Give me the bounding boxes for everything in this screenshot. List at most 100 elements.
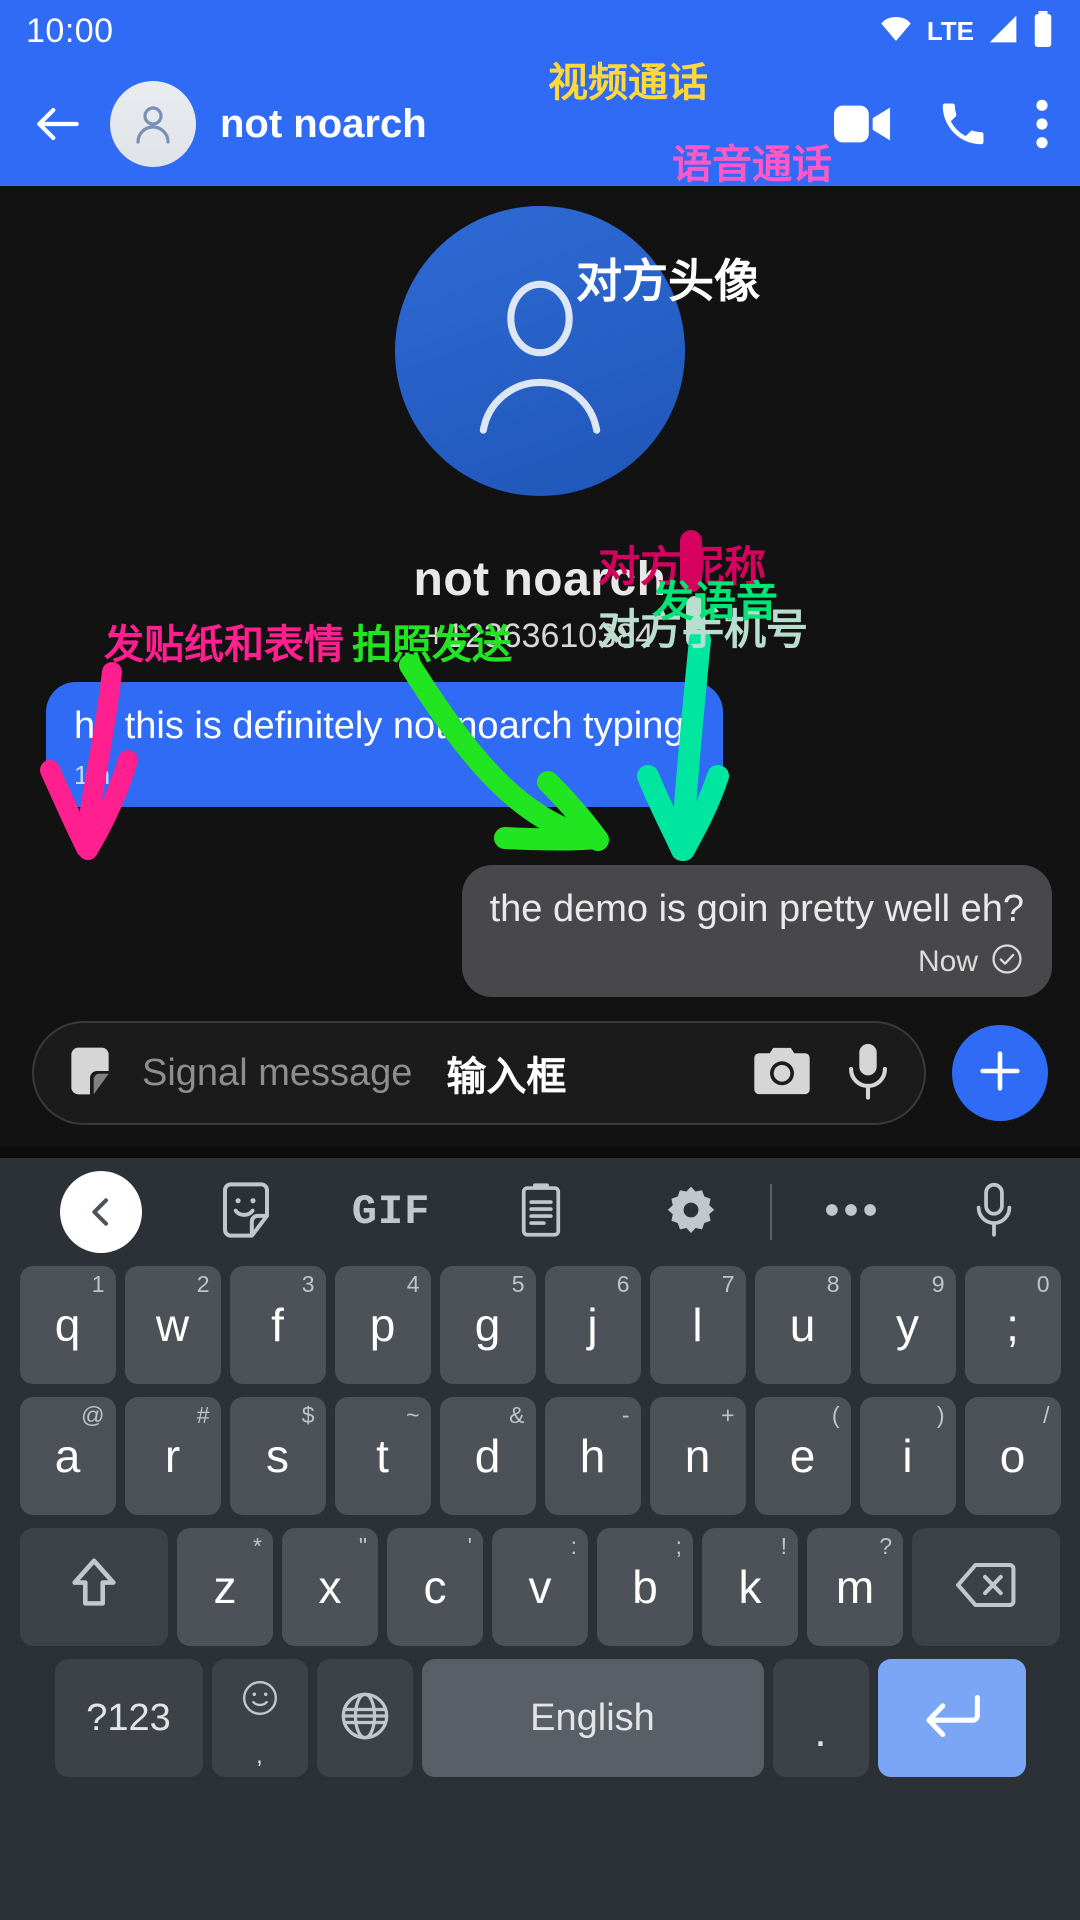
key-v[interactable]: :v <box>492 1528 588 1646</box>
key-label: p <box>369 1299 396 1351</box>
keyboard-mic-button[interactable] <box>934 1181 1054 1244</box>
message-text: hi! this is definitely not noarch typing… <box>74 705 696 747</box>
compose-bar: Signal message 输入框 <box>0 1000 1080 1146</box>
microphone-icon[interactable] <box>846 1042 890 1105</box>
key-sup: 7 <box>721 1271 735 1297</box>
back-button[interactable] <box>24 90 92 158</box>
key-label: s <box>266 1430 289 1482</box>
key-m[interactable]: ? m <box>807 1528 903 1646</box>
annotation-input-box-label: 输入框 <box>446 1055 567 1099</box>
gear-icon <box>664 1183 718 1242</box>
space-key[interactable]: English <box>421 1659 764 1777</box>
key-i[interactable]: ) i <box>859 1397 956 1515</box>
key-label: y <box>896 1299 919 1351</box>
key-w[interactable]: 2w <box>124 1266 221 1384</box>
key-u[interactable]: 8u <box>754 1266 851 1384</box>
more-horizontal-icon <box>824 1201 878 1224</box>
keyboard-back-button[interactable] <box>26 1171 176 1253</box>
key-sup: 0 <box>1036 1271 1050 1297</box>
language-switch-key[interactable] <box>316 1659 413 1777</box>
signal-icon <box>985 13 1021 50</box>
key-label: i <box>902 1430 913 1482</box>
clipboard-icon <box>518 1182 564 1243</box>
key-z[interactable]: * z <box>177 1528 273 1646</box>
message-input-field[interactable]: Signal message 输入框 <box>32 1021 926 1125</box>
message-bubble-incoming[interactable]: the demo is goin pretty well eh? Now <box>461 864 1052 998</box>
key-x[interactable]: " x <box>282 1528 378 1646</box>
key-f[interactable]: 3f <box>229 1266 326 1384</box>
key-n[interactable]: + n <box>649 1397 746 1515</box>
key-l[interactable]: 7l <box>649 1266 746 1384</box>
page-title[interactable]: not noarch <box>220 102 427 147</box>
keyboard-gif-button[interactable]: GIF <box>316 1188 466 1236</box>
emoji-key-sub-label: , <box>256 1742 263 1768</box>
message-bubble-outgoing[interactable]: hi! this is definitely not noarch typing… <box>46 682 724 807</box>
backspace-key[interactable] <box>912 1528 1060 1646</box>
keyboard-settings-button[interactable] <box>616 1183 766 1242</box>
key-r[interactable]: # r <box>124 1397 221 1515</box>
period-key[interactable]: . <box>772 1659 869 1777</box>
emoji-key[interactable]: , <box>211 1659 308 1777</box>
key-sup: # <box>196 1402 210 1428</box>
key-q[interactable]: 1q <box>19 1266 116 1384</box>
enter-key[interactable] <box>877 1659 1026 1777</box>
plus-icon <box>974 1045 1026 1102</box>
key-b[interactable]: ; b <box>597 1528 693 1646</box>
key-j[interactable]: 6j <box>544 1266 641 1384</box>
shift-arrow-icon <box>66 1556 122 1619</box>
status-bar-clock: 10:00 <box>26 11 114 50</box>
key-label: m <box>835 1561 875 1613</box>
key-sup: 9 <box>931 1271 945 1297</box>
sticker-icon[interactable] <box>62 1043 118 1104</box>
more-vertical-icon[interactable] <box>1034 96 1050 152</box>
key-h[interactable]: -h <box>544 1397 641 1515</box>
key-o[interactable]: / o <box>964 1397 1061 1515</box>
key-p[interactable]: 4p <box>334 1266 431 1384</box>
phone-icon[interactable] <box>936 97 990 151</box>
key-label: o <box>999 1430 1026 1482</box>
key-sup: 2 <box>196 1271 210 1297</box>
key-label: h <box>579 1430 606 1482</box>
symbols-key[interactable]: ?123 <box>54 1659 203 1777</box>
key-c[interactable]: ' c <box>387 1528 483 1646</box>
key-e[interactable]: (e <box>754 1397 851 1515</box>
key-sup: ~ <box>406 1402 420 1428</box>
keyboard-row-3: * z " x ' c :v ; b ! k ? m <box>0 1528 1080 1646</box>
key-sup: " <box>358 1533 367 1559</box>
add-attachment-button[interactable] <box>952 1025 1048 1121</box>
person-avatar-icon[interactable] <box>395 206 685 496</box>
message-timestamp: 1m <box>74 759 111 790</box>
key-label: e <box>789 1430 816 1482</box>
avatar[interactable] <box>110 81 196 167</box>
key-k[interactable]: ! k <box>702 1528 798 1646</box>
key-s[interactable]: $ s <box>229 1397 326 1515</box>
key-sup: - <box>621 1402 630 1428</box>
wifi-icon <box>876 13 916 50</box>
keyboard-clipboard-button[interactable] <box>466 1182 616 1243</box>
keyboard-row-2: @ a # r $ s ~ t & d -h + n (e ) i / o <box>0 1397 1080 1515</box>
key-semicolon[interactable]: 0; <box>964 1266 1061 1384</box>
keyboard-sticker-button[interactable] <box>176 1181 316 1243</box>
key-a[interactable]: @ a <box>19 1397 116 1515</box>
key-d[interactable]: & d <box>439 1397 536 1515</box>
message-timestamp: Now <box>917 944 978 978</box>
keyboard-more-button[interactable] <box>776 1201 926 1224</box>
shift-key[interactable] <box>20 1528 168 1646</box>
key-sup: 5 <box>511 1271 525 1297</box>
key-label: t <box>376 1430 389 1482</box>
emoji-smiley-icon <box>241 1679 279 1722</box>
camera-icon[interactable] <box>752 1045 812 1102</box>
toolbar-divider <box>770 1184 772 1240</box>
key-y[interactable]: 9y <box>859 1266 956 1384</box>
key-sup: * <box>253 1533 262 1559</box>
gif-icon: GIF <box>351 1188 431 1236</box>
video-camera-icon[interactable] <box>834 102 892 146</box>
key-g[interactable]: 5g <box>439 1266 536 1384</box>
key-sup: $ <box>301 1402 315 1428</box>
key-label: ; <box>1006 1299 1019 1351</box>
key-sup: ? <box>879 1533 892 1559</box>
key-t[interactable]: ~ t <box>334 1397 431 1515</box>
key-label: g <box>474 1299 501 1351</box>
key-label: n <box>684 1430 711 1482</box>
message-row-outgoing: hi! this is definitely not noarch typing… <box>0 682 1080 807</box>
